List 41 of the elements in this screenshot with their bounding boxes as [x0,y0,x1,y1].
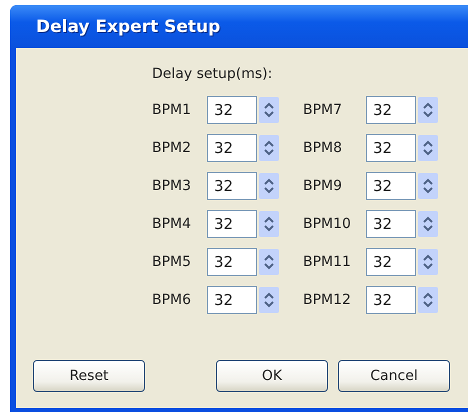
number-field[interactable]: 32 [207,96,257,124]
field-label: BPM10 [303,216,352,232]
field-label: BPM3 [152,178,192,194]
ok-button[interactable]: OK [216,360,328,392]
spinner-arrows-icon[interactable] [259,287,279,313]
spinner-arrows-icon[interactable] [259,97,279,123]
spinner-arrows-icon[interactable] [418,287,438,313]
spinner-arrows-icon[interactable] [259,135,279,161]
number-field[interactable]: 32 [366,210,416,238]
number-field[interactable]: 32 [366,286,416,314]
number-field[interactable]: 32 [366,96,416,124]
field-label: BPM6 [152,292,192,308]
spinner-arrows-icon[interactable] [259,211,279,237]
spinner-arrows-icon[interactable] [259,249,279,275]
field-label: BPM4 [152,216,192,232]
field-label: BPM5 [152,254,192,270]
field-label: BPM11 [303,254,352,270]
section-label: Delay setup(ms): [152,66,274,82]
number-field[interactable]: 32 [207,286,257,314]
spinner-arrows-icon[interactable] [418,135,438,161]
number-field[interactable]: 32 [207,172,257,200]
field-label: BPM9 [303,178,344,194]
field-label: BPM1 [152,102,192,118]
number-field[interactable]: 32 [207,210,257,238]
spinner-arrows-icon[interactable] [418,249,438,275]
number-field[interactable]: 32 [366,172,416,200]
number-field[interactable]: 32 [366,134,416,162]
spinner-arrows-icon[interactable] [418,173,438,199]
number-field[interactable]: 32 [366,248,416,276]
field-label: BPM7 [303,102,344,118]
field-label: BPM12 [303,292,352,308]
number-field[interactable]: 32 [207,134,257,162]
spinner-arrows-icon[interactable] [418,211,438,237]
field-label: BPM2 [152,140,192,156]
number-field[interactable]: 32 [207,248,257,276]
cancel-button[interactable]: Cancel [338,360,450,392]
window-title: Delay Expert Setup [36,16,220,36]
spinner-arrows-icon[interactable] [259,173,279,199]
spinner-arrows-icon[interactable] [418,97,438,123]
reset-button[interactable]: Reset [33,360,145,392]
field-label: BPM8 [303,140,344,156]
